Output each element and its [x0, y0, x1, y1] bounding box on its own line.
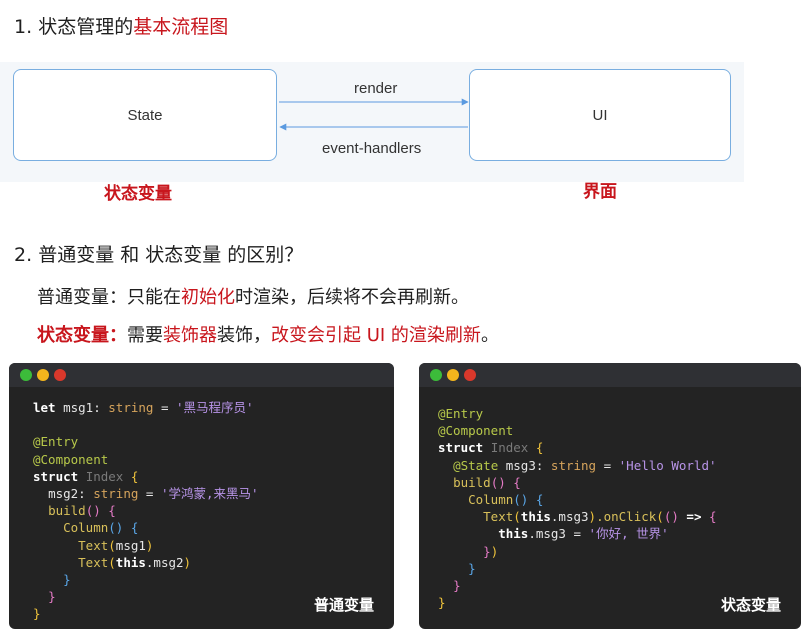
- red-dot-icon: [54, 369, 66, 381]
- section-1-number: 1.: [14, 16, 33, 38]
- section-1-title: 状态管理的: [38, 16, 134, 38]
- state-variable-description: 状态变量：需要装饰器装饰，改变会引起 UI 的渲染刷新。: [37, 321, 499, 347]
- section-2-heading: 2. 普通变量 和 状态变量 的区别？: [14, 240, 303, 267]
- state-variable-code: @Entry @Component struct Index { @State …: [438, 406, 717, 611]
- state-variable-code-window: @Entry @Component struct Index { @State …: [419, 363, 801, 629]
- state-variable-text-f: 。: [480, 325, 499, 346]
- section-1-title-highlight: 基本流程图: [133, 16, 229, 38]
- state-variable-term: 状态变量：: [37, 325, 127, 346]
- normal-variable-code-window: let msg1: string = '黑马程序员' @Entry @Compo…: [9, 363, 394, 629]
- event-handlers-label: event-handlers: [322, 140, 422, 157]
- window-titlebar: [419, 363, 801, 387]
- yellow-dot-icon: [37, 369, 49, 381]
- section-2-number: 2.: [14, 244, 33, 266]
- flow-diagram: State UI render event-handlers: [0, 62, 744, 182]
- red-dot-icon: [464, 369, 476, 381]
- decorator-highlight: 装饰器: [163, 325, 217, 346]
- green-dot-icon: [430, 369, 442, 381]
- section-1-heading: 1. 状态管理的基本流程图: [14, 12, 228, 39]
- refresh-highlight: 改变会引起 UI 的渲染刷新: [271, 325, 481, 346]
- state-caption: 状态变量: [104, 184, 172, 204]
- normal-variable-label: 普通变量: [313, 596, 374, 614]
- yellow-dot-icon: [447, 369, 459, 381]
- state-variable-text-b: 需要: [127, 325, 163, 346]
- green-dot-icon: [20, 369, 32, 381]
- state-variable-label: 状态变量: [720, 596, 781, 614]
- normal-variable-text-a: 普通变量：只能在: [37, 287, 181, 308]
- ui-caption: 界面: [583, 182, 617, 202]
- render-label: render: [354, 80, 398, 97]
- normal-variable-text-c: 时渲染，后续将不会再刷新。: [235, 287, 469, 308]
- window-titlebar: [9, 363, 394, 387]
- normal-variable-highlight: 初始化: [181, 287, 235, 308]
- normal-variable-code: let msg1: string = '黑马程序员' @Entry @Compo…: [33, 400, 259, 622]
- normal-variable-description: 普通变量：只能在初始化时渲染，后续将不会再刷新。: [37, 283, 469, 309]
- section-2-title: 普通变量 和 状态变量 的区别？: [38, 244, 304, 266]
- state-variable-text-d: 装饰，: [217, 325, 271, 346]
